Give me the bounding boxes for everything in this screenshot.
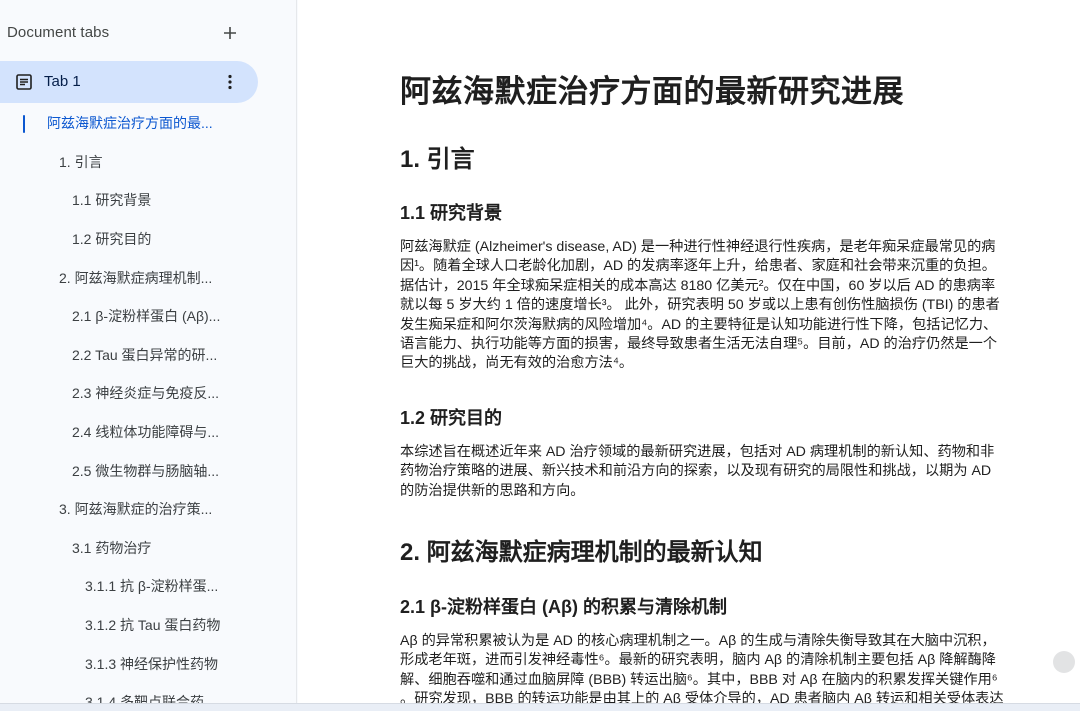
text-line: 解、细胞吞噬和通过血脑屏障 (BBB) 转运出脑⁶。其中，BBB 对 Aβ 在脑… bbox=[400, 671, 998, 688]
outline-item[interactable]: 2.3 神经炎症与免疫反... bbox=[0, 374, 296, 413]
outline-item-label: 2.4 线粒体功能障碍与... bbox=[72, 424, 220, 441]
paragraph-purpose: 本综述旨在概述近年来 AD 治疗领域的最新研究进展，包括对 AD 病理机制的新认… bbox=[400, 443, 1068, 501]
watermark bbox=[1053, 651, 1075, 673]
tab-1[interactable]: Tab 1 bbox=[0, 61, 258, 103]
heading-background: 1.1 研究背景 bbox=[400, 203, 503, 223]
outline-item-label: 2.2 Tau 蛋白异常的研... bbox=[72, 346, 218, 363]
outline-item[interactable]: 3.1.2 抗 Tau 蛋白药物 bbox=[0, 606, 296, 645]
document-title: 阿兹海默症治疗方面的最新研究进展 bbox=[400, 74, 904, 109]
outline-item-label: 3.1.1 抗 β-淀粉样蛋... bbox=[85, 578, 219, 595]
tab-label: Tab 1 bbox=[44, 73, 81, 90]
add-tab-button[interactable] bbox=[218, 21, 242, 45]
outline-item-label: 2.3 神经炎症与免疫反... bbox=[72, 385, 220, 402]
outline-item-label: 2. 阿兹海默症病理机制... bbox=[59, 269, 213, 286]
sidebar-title: Document tabs bbox=[7, 24, 110, 41]
outline-item-label: 2.5 微生物群与肠脑轴... bbox=[72, 462, 220, 479]
outline-item[interactable]: 2.4 线粒体功能障碍与... bbox=[0, 413, 296, 452]
text-line: Aβ 的异常积累被认为是 AD 的核心病理机制之一。Aβ 的生成与清除失衡导致其… bbox=[400, 633, 996, 649]
outline-item[interactable]: 2.1 β-淀粉样蛋白 (Aβ)... bbox=[0, 297, 296, 336]
outline-item-label: 1.2 研究目的 bbox=[72, 231, 152, 248]
document-outline: 阿兹海默症治疗方面的最... 1. 引言 1.1 研究背景 1.2 研究目的 2. 阿兹… bbox=[0, 104, 296, 711]
text-line: 形成老年斑，进而引发神经毒性⁶。最新的研究表明，脑内 Aβ 的清除机制主要包括 … bbox=[400, 652, 996, 669]
outline-item-label: 3. 阿兹海默症的治疗策... bbox=[59, 501, 213, 518]
text-line: 巨大的挑战，尚无有效的治愈方法⁴。 bbox=[400, 355, 634, 372]
outline-item-label: 3.1 药物治疗 bbox=[72, 539, 152, 556]
outline-item[interactable]: 3.1 药物治疗 bbox=[0, 529, 296, 568]
plus-icon bbox=[224, 27, 236, 39]
outline-item[interactable]: 2.2 Tau 蛋白异常的研... bbox=[0, 336, 296, 375]
outline-item[interactable]: 阿兹海默症治疗方面的最... bbox=[0, 104, 296, 143]
document-page[interactable]: 阿兹海默症治疗方面的最新研究进展 1. 引言 1.1 研究背景 阿兹海默症 (A… bbox=[298, 0, 1080, 711]
tab-options-button[interactable] bbox=[218, 70, 242, 94]
horizontal-scrollbar[interactable] bbox=[0, 703, 1080, 711]
text-line: 发生痴呆症和阿尔茨海默病的风险增加⁴。AD 的主要特征是认知功能进行性下降，包括… bbox=[400, 316, 998, 333]
text-line: 药物治疗策略的进展、新兴技术和前沿方向的探索，以及现有研究的局限性和挑战，以期为… bbox=[400, 463, 992, 480]
text-line: 因¹。随着全球人口老龄化加剧，AD 的发病率逐年上升，给患者、家庭和社会带来沉重… bbox=[400, 258, 996, 275]
paragraph-abeta: Aβ 的异常积累被认为是 AD 的核心病理机制之一。Aβ 的生成与清除失衡导致其… bbox=[400, 632, 1068, 710]
outline-item[interactable]: 1. 引言 bbox=[0, 143, 296, 182]
outline-item-label: 1. 引言 bbox=[59, 153, 103, 170]
more-vert-icon bbox=[228, 74, 232, 90]
outline-item[interactable]: 3.1.3 神经保护性药物 bbox=[0, 644, 296, 683]
text-line: 就以每 5 岁大约 1 倍的速度增长³。 此外，研究表明 50 岁或以上患有创伤… bbox=[400, 297, 1000, 314]
outline-item-label: 3.1.3 神经保护性药物 bbox=[85, 655, 219, 672]
outline-item[interactable]: 3. 阿兹海默症的治疗策... bbox=[0, 490, 296, 529]
paragraph-background: 阿兹海默症 (Alzheimer's disease, AD) 是一种进行性神经… bbox=[400, 238, 1068, 374]
outline-item-label: 2.1 β-淀粉样蛋白 (Aβ)... bbox=[72, 308, 221, 325]
text-line: 的防治提供新的思路和方向。 bbox=[400, 482, 585, 499]
sidebar-header: Document tabs bbox=[0, 0, 296, 64]
watermark-logo bbox=[1053, 651, 1075, 673]
outline-item-label: 阿兹海默症治疗方面的最... bbox=[47, 115, 213, 132]
outline-item[interactable]: 3.1.1 抗 β-淀粉样蛋... bbox=[0, 567, 296, 606]
outline-item[interactable]: 2. 阿兹海默症病理机制... bbox=[0, 258, 296, 297]
outline-item-label: 3.1.2 抗 Tau 蛋白药物 bbox=[85, 617, 221, 634]
heading-intro: 1. 引言 bbox=[400, 146, 475, 173]
outline-item-label: 1.1 研究背景 bbox=[72, 192, 152, 209]
outline-item[interactable]: 1.1 研究背景 bbox=[0, 181, 296, 220]
text-line: 阿兹海默症 (Alzheimer's disease, AD) 是一种进行性神经… bbox=[400, 239, 996, 255]
document-icon bbox=[16, 74, 32, 90]
outline-item[interactable]: 2.5 微生物群与肠脑轴... bbox=[0, 451, 296, 490]
outline-item[interactable]: 1.2 研究目的 bbox=[0, 220, 296, 259]
heading-purpose: 1.2 研究目的 bbox=[400, 408, 503, 428]
document-tabs-sidebar: Document tabs Tab 1 阿兹海默症治疗方面的最... 1. 引言 1… bbox=[0, 0, 297, 711]
text-line: 据估计，2015 年全球痴呆症相关的成本高达 8180 亿美元²。仅在中国，60… bbox=[400, 277, 996, 294]
text-line: 本综述旨在概述近年来 AD 治疗领域的最新研究进展，包括对 AD 病理机制的新认… bbox=[400, 444, 995, 460]
heading-mechanism: 2. 阿兹海默症病理机制的最新认知 bbox=[400, 539, 763, 566]
heading-abeta: 2.1 β-淀粉样蛋白 (Aβ) 的积累与清除机制 bbox=[400, 597, 727, 617]
text-line: 语言能力、执行功能等方面的损害，最终导致患者生活无法自理⁵。目前，AD 的治疗仍… bbox=[400, 336, 998, 353]
